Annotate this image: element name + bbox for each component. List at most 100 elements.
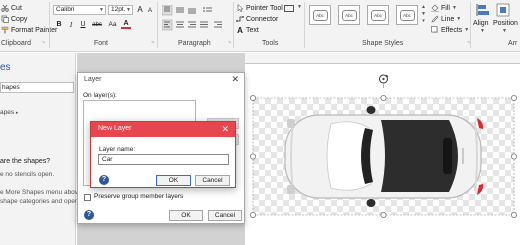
arrange-group-label: Arr	[508, 40, 518, 47]
underline-button[interactable]: U	[78, 20, 88, 30]
chevron-down-icon[interactable]: ▼	[480, 28, 485, 34]
gallery-scroll[interactable]: ▲ ▼ ▾	[420, 4, 427, 26]
bullets-icon[interactable]	[203, 7, 212, 12]
clipboard-group-label: Clipboard	[1, 40, 31, 47]
help-text-line: e More Shapes menu above t	[0, 189, 86, 196]
close-icon[interactable]: ✕	[231, 74, 239, 85]
chevron-down-icon: ▼	[99, 7, 104, 13]
selection-frame[interactable]	[240, 70, 520, 230]
new-layer-cancel-button[interactable]: Cancel	[195, 175, 230, 186]
new-layer-dialog: New Layer ✕ Layer name: ? OK Cancel	[90, 121, 236, 188]
pen-icon	[431, 15, 439, 23]
pointer-tool-button[interactable]: Pointer Tool	[236, 4, 283, 12]
paintbrush-icon	[1, 26, 9, 34]
clipboard-launcher-icon[interactable]: ⌝	[42, 41, 45, 48]
align-top-icon[interactable]	[162, 5, 173, 16]
chevron-down-icon[interactable]: ▼	[502, 28, 507, 34]
close-icon[interactable]: ✕	[221, 124, 229, 135]
new-layer-ok-button[interactable]: OK	[156, 175, 191, 186]
change-case-button[interactable]: Aa	[106, 20, 119, 30]
help-icon[interactable]: ?	[99, 175, 109, 185]
tools-group-label: Tools	[262, 40, 279, 47]
indent-icon[interactable]	[214, 21, 222, 28]
font-name-combo[interactable]: Calibri ▼	[53, 5, 106, 15]
rectangle-tool-icon[interactable]	[284, 5, 294, 12]
align-middle-icon[interactable]	[176, 7, 184, 13]
connector-button[interactable]: Connector	[236, 15, 278, 23]
copy-button[interactable]: Copy	[1, 15, 27, 23]
shape-style-sample: Abc	[399, 9, 415, 21]
pointer-tool-label: Pointer Tool	[246, 4, 283, 12]
search-shapes-input[interactable]: hapes	[0, 82, 74, 93]
italic-button[interactable]: I	[66, 20, 76, 30]
pointer-icon	[237, 4, 244, 12]
shapes-pane-title: es	[0, 62, 11, 73]
layer-ok-button[interactable]: OK	[169, 210, 203, 221]
help-text-line: shape categories and open s	[0, 198, 84, 205]
more-shapes-button[interactable]: apes ▸	[0, 109, 18, 116]
line-button[interactable]: Line ▼	[431, 15, 461, 23]
text-tool-label: Text	[246, 27, 259, 34]
resize-handles[interactable]	[249, 94, 517, 218]
copy-icon	[1, 15, 9, 23]
shrink-font-button[interactable]: A	[145, 6, 155, 16]
rotation-handle-icon[interactable]	[378, 74, 389, 89]
shape-style-sample: Abc	[312, 9, 328, 21]
on-layers-label: On layer(s):	[83, 92, 117, 99]
chevron-down-icon[interactable]: ▼	[297, 4, 302, 10]
layer-name-input[interactable]	[98, 154, 229, 165]
paragraph-launcher-icon[interactable]: ⌝	[228, 41, 231, 48]
chevron-down-icon: ▼	[126, 7, 131, 13]
format-painter-label: Format Painter	[11, 26, 58, 34]
horizontal-ruler	[245, 53, 520, 64]
fill-label: Fill	[441, 4, 450, 12]
group-separator	[304, 2, 305, 48]
font-name-value: Calibri	[56, 6, 75, 13]
grow-font-button[interactable]: A	[135, 5, 145, 15]
align-bottom-icon[interactable]	[188, 8, 196, 14]
bold-button[interactable]: B	[54, 20, 64, 30]
layer-cancel-button[interactable]: Cancel	[208, 210, 242, 221]
justify-icon[interactable]	[200, 21, 208, 28]
position-icon[interactable]	[496, 3, 510, 17]
position-button[interactable]: Position	[493, 20, 518, 27]
group-separator	[157, 2, 158, 48]
cut-button[interactable]: Cut	[1, 4, 22, 12]
align-left-icon[interactable]	[162, 19, 173, 31]
paragraph-controls[interactable]	[162, 5, 232, 35]
chevron-down-icon: ▼	[456, 16, 462, 22]
align-shapes-icon[interactable]	[476, 3, 490, 17]
help-icon[interactable]: ?	[84, 210, 94, 220]
ribbon: Cut Copy Format Painter Clipboard ⌝ Cali…	[0, 0, 520, 52]
preserve-group-layers-label: Preserve group member layers	[94, 193, 184, 200]
help-text-line: e no stencils open.	[0, 171, 55, 178]
text-tool-button[interactable]: A Text	[236, 26, 259, 35]
paragraph-group-label: Paragraph	[178, 40, 211, 47]
shape-style-option[interactable]: Abc	[309, 5, 331, 25]
font-color-button[interactable]: A	[121, 19, 131, 29]
line-label: Line	[441, 15, 455, 23]
text-tool-icon: A	[237, 26, 243, 35]
font-launcher-icon[interactable]: ⌝	[151, 41, 154, 48]
align-right-icon[interactable]	[188, 21, 196, 28]
fill-button[interactable]: Fill ▼	[431, 4, 457, 12]
align-button[interactable]: Align	[473, 20, 489, 27]
scissors-icon	[1, 4, 9, 12]
shape-style-sample: Abc	[341, 9, 357, 21]
group-separator	[233, 2, 234, 48]
font-group-label: Font	[94, 40, 109, 47]
group-separator	[49, 2, 50, 48]
shape-style-option[interactable]: Abc	[367, 5, 389, 25]
effects-label: Effects	[441, 26, 463, 34]
effects-button[interactable]: Effects ▼	[431, 26, 469, 34]
shape-style-option[interactable]: Abc	[396, 5, 418, 25]
font-size-combo[interactable]: 12pt. ▼	[108, 5, 133, 15]
align-center-icon[interactable]	[176, 21, 184, 28]
chevron-down-icon: ▼	[451, 5, 457, 11]
shape-style-option[interactable]: Abc	[338, 5, 360, 25]
connector-label: Connector	[246, 15, 279, 23]
strikethrough-button[interactable]: abc	[90, 20, 104, 30]
font-size-value: 12pt.	[111, 6, 126, 13]
more-shapes-label: apes	[0, 109, 15, 116]
preserve-group-layers-checkbox[interactable]	[84, 194, 91, 201]
